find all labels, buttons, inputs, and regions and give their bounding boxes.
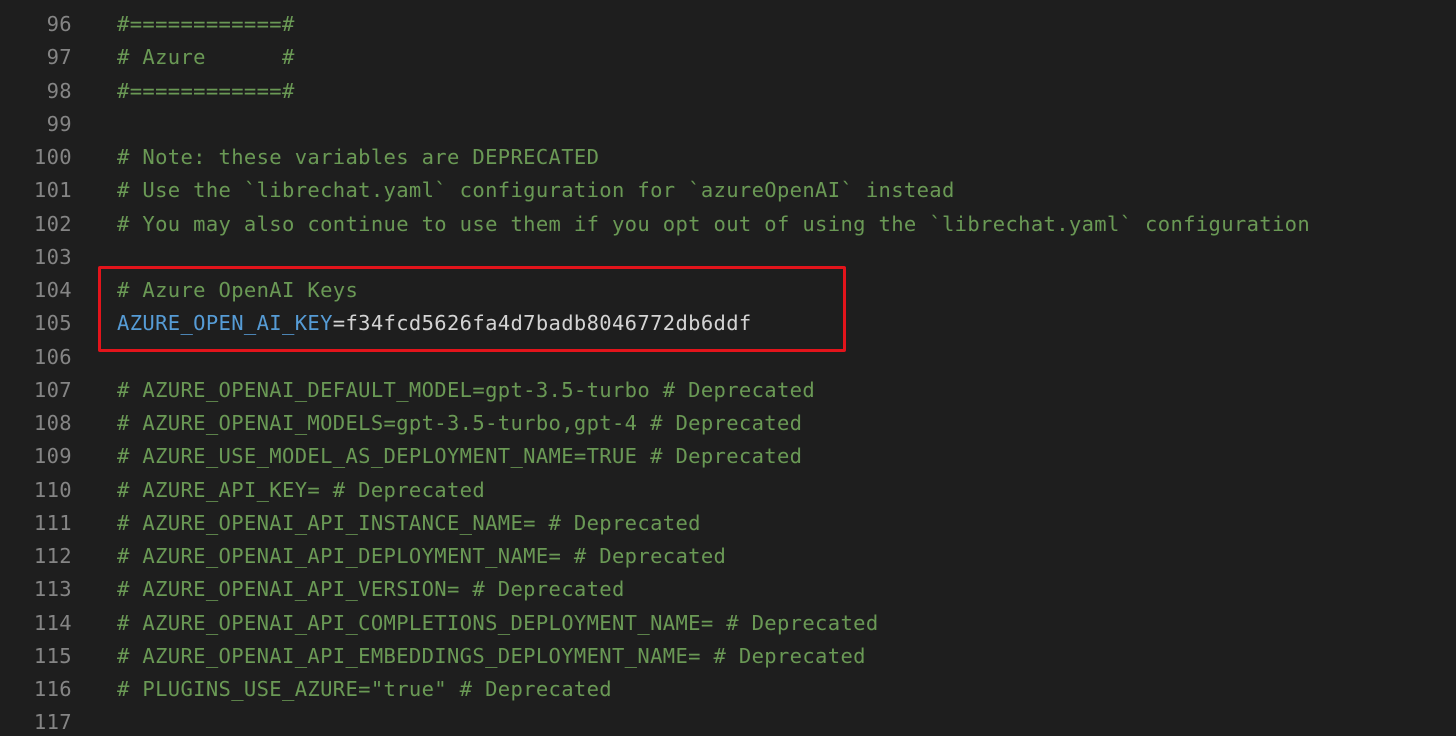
line-number: 96 [46, 12, 72, 36]
line-number: 114 [33, 610, 72, 635]
line-number: 116 [33, 677, 72, 701]
code-line[interactable]: 109 # AZURE_USE_MODEL_AS_DEPLOYMENT_NAME=… [0, 440, 1456, 473]
line-number: 112 [33, 544, 72, 568]
line-content: # AZURE_OPENAI_API_INSTANCE_NAME= # Depr… [117, 507, 701, 540]
comment-text: #============# [117, 12, 295, 36]
comment-text: # AZURE_OPENAI_MODELS=gpt-3.5-turbo,gpt-… [117, 411, 803, 435]
code-line[interactable]: 103 [0, 241, 1456, 274]
line-number: 104 [33, 278, 72, 302]
code-line[interactable]: 96 #============# [0, 8, 1456, 41]
comment-text: # Azure OpenAI Keys [117, 278, 359, 302]
comment-text: # AZURE_OPENAI_API_INSTANCE_NAME= # Depr… [117, 510, 701, 535]
comment-text: # AZURE_OPENAI_DEFAULT_MODEL=gpt-3.5-tur… [117, 377, 816, 402]
code-line[interactable]: 112 # AZURE_OPENAI_API_DEPLOYMENT_NAME= #… [0, 540, 1456, 573]
line-number: 115 [33, 643, 72, 668]
comment-text: # Note: these variables are DEPRECATED [117, 145, 600, 169]
line-number: 103 [33, 244, 72, 269]
line-number: 109 [33, 444, 72, 469]
line-number: 99 [46, 111, 72, 136]
line-number: 117 [33, 710, 72, 735]
line-number: 111 [33, 510, 72, 535]
value-text: =f34fcd5626fa4d7badb8046772db6ddf [332, 311, 752, 336]
comment-text: # You may also continue to use them if y… [117, 211, 1311, 236]
line-number: 107 [33, 377, 72, 402]
comment-text: # AZURE_API_KEY= # Deprecated [117, 477, 486, 502]
line-content: # Azure # [117, 41, 295, 74]
line-number: 101 [33, 178, 72, 203]
line-number: 110 [33, 477, 72, 502]
code-line[interactable]: 108 # AZURE_OPENAI_MODELS=gpt-3.5-turbo,g… [0, 407, 1456, 440]
comment-text: # AZURE_OPENAI_API_COMPLETIONS_DEPLOYMEN… [117, 610, 879, 635]
code-line[interactable]: 115 # AZURE_OPENAI_API_EMBEDDINGS_DEPLOYM… [0, 640, 1456, 673]
code-line[interactable]: 104 # Azure OpenAI Keys [0, 274, 1456, 307]
line-number: 108 [33, 411, 72, 435]
code-line[interactable]: 107 # AZURE_OPENAI_DEFAULT_MODEL=gpt-3.5-… [0, 374, 1456, 407]
line-number: 97 [46, 45, 72, 70]
line-content: # You may also continue to use them if y… [117, 208, 1310, 241]
code-line[interactable]: 106 [0, 341, 1456, 374]
line-content: # AZURE_OPENAI_API_EMBEDDINGS_DEPLOYMENT… [117, 640, 866, 673]
code-line[interactable]: 110 # AZURE_API_KEY= # Deprecated [0, 474, 1456, 507]
code-lines: 96 #============# 97 # Azure # 98 #==========… [0, 8, 1456, 736]
line-number: 98 [46, 78, 72, 103]
line-content: #============# [117, 8, 295, 41]
line-number: 106 [33, 344, 72, 369]
variable-name: AZURE_OPEN_AI_KEY [117, 311, 333, 336]
line-content: # AZURE_OPENAI_MODELS=gpt-3.5-turbo,gpt-… [117, 407, 802, 440]
line-content: # AZURE_USE_MODEL_AS_DEPLOYMENT_NAME=TRU… [117, 440, 802, 473]
comment-text: # Use the `librechat.yaml` configuration… [117, 178, 955, 203]
code-line[interactable]: 99 [0, 108, 1456, 141]
comment-text: # Azure # [117, 45, 295, 70]
comment-text: #============# [117, 78, 295, 103]
code-line[interactable]: 117 [0, 706, 1456, 736]
line-content: #============# [117, 75, 295, 108]
line-content: # AZURE_OPENAI_API_COMPLETIONS_DEPLOYMEN… [117, 607, 879, 640]
code-line[interactable]: 105 AZURE_OPEN_AI_KEY=f34fcd5626fa4d7badb… [0, 307, 1456, 340]
comment-text: # AZURE_OPENAI_API_EMBEDDINGS_DEPLOYMENT… [117, 643, 866, 668]
code-line[interactable]: 97 # Azure # [0, 41, 1456, 74]
code-editor[interactable]: 96 #============# 97 # Azure # 98 #==========… [0, 0, 1456, 736]
code-line[interactable]: 98 #============# [0, 75, 1456, 108]
code-line[interactable]: 100 # Note: these variables are DEPRECATE… [0, 141, 1456, 174]
code-line[interactable]: 114 # AZURE_OPENAI_API_COMPLETIONS_DEPLOY… [0, 607, 1456, 640]
line-content: # AZURE_API_KEY= # Deprecated [117, 474, 485, 507]
line-number: 105 [33, 311, 72, 336]
code-line[interactable]: 116 # PLUGINS_USE_AZURE="true" # Deprecat… [0, 673, 1456, 706]
code-line[interactable]: 111 # AZURE_OPENAI_API_INSTANCE_NAME= # D… [0, 507, 1456, 540]
code-line[interactable]: 101 # Use the `librechat.yaml` configurat… [0, 174, 1456, 207]
comment-text: # AZURE_OPENAI_API_VERSION= # Deprecated [117, 577, 625, 602]
line-number: 113 [33, 577, 72, 602]
comment-text: # AZURE_USE_MODEL_AS_DEPLOYMENT_NAME=TRU… [117, 444, 803, 469]
line-content: # PLUGINS_USE_AZURE="true" # Deprecated [117, 673, 612, 706]
line-content: AZURE_OPEN_AI_KEY=f34fcd5626fa4d7badb804… [117, 307, 752, 340]
line-content: # AZURE_OPENAI_DEFAULT_MODEL=gpt-3.5-tur… [117, 374, 815, 407]
line-content: # AZURE_OPENAI_API_VERSION= # Deprecated [117, 573, 625, 606]
line-content: # Use the `librechat.yaml` configuration… [117, 174, 955, 207]
line-number: 100 [33, 145, 72, 169]
line-number: 102 [33, 211, 72, 236]
line-content: # AZURE_OPENAI_API_DEPLOYMENT_NAME= # De… [117, 540, 726, 573]
comment-text: # PLUGINS_USE_AZURE="true" # Deprecated [117, 677, 612, 701]
code-line[interactable]: 113 # AZURE_OPENAI_API_VERSION= # Depreca… [0, 573, 1456, 606]
comment-text: # AZURE_OPENAI_API_DEPLOYMENT_NAME= # De… [117, 544, 727, 568]
code-line[interactable]: 102 # You may also continue to use them i… [0, 208, 1456, 241]
line-content: # Note: these variables are DEPRECATED [117, 141, 599, 174]
line-content: # Azure OpenAI Keys [117, 274, 358, 307]
